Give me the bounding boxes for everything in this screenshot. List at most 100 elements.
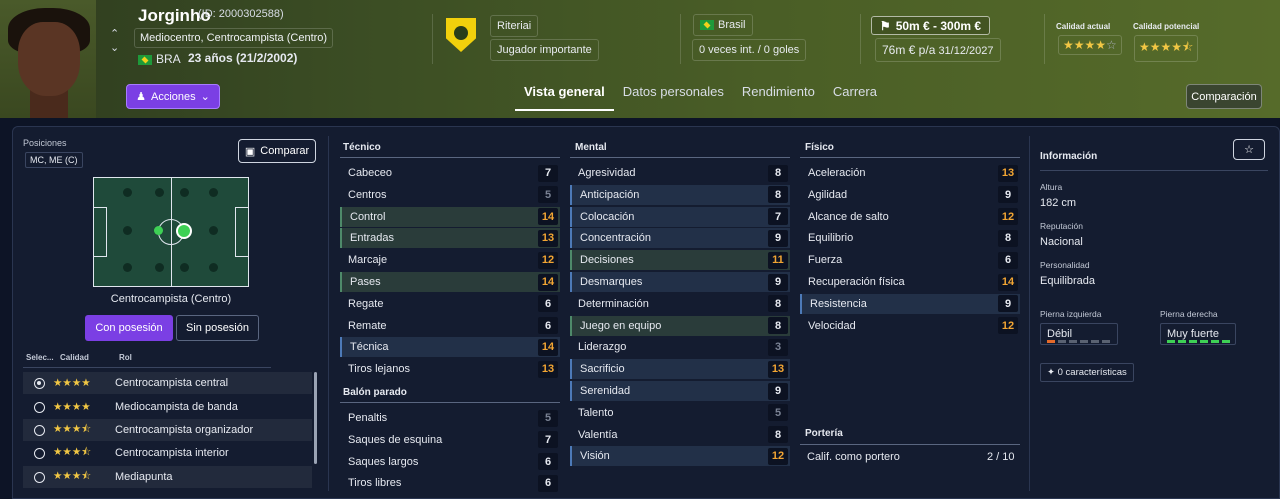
attribute-value: 7 [768, 208, 788, 226]
attribute-row[interactable]: Tiros lejanos 13 [340, 359, 560, 379]
attribute-value: 6 [538, 295, 558, 313]
attribute-row[interactable]: Sacrificio 13 [570, 359, 790, 380]
attribute-value: 14 [538, 273, 558, 291]
national-team[interactable]: Brasil [693, 14, 753, 36]
role-row[interactable]: ★★★⯪ Centrocampista organizador [23, 419, 312, 441]
comparison-button[interactable]: Comparación [1186, 84, 1262, 109]
roles-col-select[interactable]: Selec... [26, 353, 54, 362]
attribute-row[interactable]: Concentración 9 [570, 228, 790, 249]
attribute-row[interactable]: Alcance de salto 12 [800, 207, 1020, 227]
attribute-row[interactable]: Penaltis 5 [340, 408, 560, 428]
attribute-value: 6 [538, 317, 558, 335]
attribute-row[interactable]: Remate 6 [340, 316, 560, 336]
attribute-row[interactable]: Serenidad 9 [570, 381, 790, 401]
attribute-name: Equilibrio [808, 232, 854, 245]
attribute-row[interactable]: Fuerza 6 [800, 250, 1020, 270]
pitch-position[interactable] [180, 188, 189, 197]
role-row[interactable]: ★★★★ Centrocampista central [23, 372, 312, 394]
tab-personal[interactable]: Datos personales [614, 80, 733, 111]
pitch-position[interactable] [209, 263, 218, 272]
attribute-row[interactable]: Valentía 8 [570, 425, 790, 445]
attribute-row[interactable]: Recuperación física 14 [800, 272, 1020, 292]
attribute-row[interactable]: Control 14 [340, 206, 560, 227]
radio-unselected[interactable] [34, 447, 45, 459]
radio-selected[interactable] [34, 377, 45, 389]
traits-chip[interactable]: ✦ 0 características [1040, 363, 1134, 382]
transfer-value: ⚑ 50m € - 300m € [871, 16, 990, 35]
roles-col-role[interactable]: Rol [119, 353, 132, 362]
pitch-position-secondary[interactable] [154, 226, 163, 235]
club-crest-icon[interactable] [446, 18, 476, 52]
attribute-row[interactable]: Saques de esquina 7 [340, 430, 560, 450]
with-possession-toggle[interactable]: Con posesión [85, 315, 173, 341]
attribute-row[interactable]: Equilibrio 8 [800, 228, 1020, 248]
right-foot-label: Pierna derecha [1160, 309, 1218, 319]
pitch-position[interactable] [123, 188, 132, 197]
tab-performance[interactable]: Rendimiento [733, 80, 824, 111]
attribute-value: 8 [768, 295, 788, 313]
attribute-row[interactable]: Talento 5 [570, 403, 790, 423]
attribute-row[interactable]: Entradas 13 [340, 228, 560, 249]
role-row[interactable]: ★★★⯪ Mediapunta [23, 466, 312, 488]
attribute-row[interactable]: Desmarques 9 [570, 272, 790, 292]
attribute-row[interactable]: Visión 12 [570, 446, 790, 467]
actions-button[interactable]: ♟ Acciones ⌄ [126, 84, 220, 109]
roles-col-quality[interactable]: Calidad [60, 353, 89, 362]
current-ability-label: Calidad actual [1056, 22, 1111, 31]
goalkeeper-rating-label: Calif. como portero [807, 451, 900, 463]
pitch-position[interactable] [123, 263, 132, 272]
club-name[interactable]: Riteriai [490, 15, 539, 37]
attribute-name: Marcaje [348, 254, 388, 267]
attribute-row[interactable]: Decisiones 11 [570, 250, 790, 271]
role-row[interactable]: ★★★★ Mediocampista de banda [23, 396, 312, 418]
attribute-value: 7 [538, 164, 558, 182]
role-row[interactable]: ★★★⯪ Centrocampista interior [23, 442, 312, 464]
attribute-row[interactable]: Agilidad 9 [800, 185, 1020, 205]
attribute-row[interactable]: Técnica 14 [340, 337, 560, 358]
pitch-position[interactable] [155, 263, 164, 272]
attribute-row[interactable]: Velocidad 12 [800, 316, 1020, 336]
roles-scrollbar[interactable] [314, 372, 317, 464]
radio-unselected[interactable] [34, 471, 45, 483]
person-settings-icon[interactable]: ☆ [1233, 139, 1265, 160]
attribute-value: 6 [538, 453, 558, 471]
attribute-row[interactable]: Regate 6 [340, 294, 560, 314]
attribute-row[interactable]: Cabeceo 7 [340, 163, 560, 183]
pitch-position[interactable] [209, 226, 218, 235]
pitch-position[interactable] [123, 226, 132, 235]
attribute-row[interactable]: Marcaje 12 [340, 250, 560, 270]
goalkeeper-rating-value: 2 / 10 [987, 451, 1015, 463]
attribute-row[interactable]: Juego en equipo 8 [570, 315, 790, 336]
tab-career[interactable]: Carrera [824, 80, 886, 111]
player-nav-arrows[interactable]: ⌃ ⌄ [110, 27, 119, 55]
attribute-row[interactable]: Tiros libres 6 [340, 473, 560, 493]
radio-unselected[interactable] [34, 424, 45, 436]
attribute-name: Cabeceo [348, 167, 393, 179]
attribute-row[interactable]: Resistencia 9 [800, 293, 1020, 314]
without-possession-toggle[interactable]: Sin posesión [176, 315, 259, 341]
attribute-row[interactable]: Anticipación 8 [570, 184, 790, 205]
attribute-row[interactable]: Aceleración 13 [800, 163, 1020, 183]
profile-tabs: Vista general Datos personales Rendimien… [515, 80, 886, 111]
attribute-row[interactable]: Centros 5 [340, 185, 560, 205]
pitch-position[interactable] [180, 263, 189, 272]
attribute-row[interactable]: Pases 14 [340, 272, 560, 292]
attribute-value: 14 [538, 338, 558, 356]
attribute-row[interactable]: Saques largos 6 [340, 452, 560, 472]
compare-button[interactable]: ▣ Comparar [238, 139, 316, 163]
tab-overview[interactable]: Vista general [515, 80, 614, 111]
sparkle-icon: ✦ [1047, 367, 1055, 378]
tag-icon: ⚑ [879, 18, 891, 33]
attribute-value: 8 [768, 317, 788, 335]
chevron-down-icon[interactable]: ⌄ [110, 41, 119, 55]
pitch-position[interactable] [209, 188, 218, 197]
attribute-row[interactable]: Liderazgo 3 [570, 337, 790, 357]
radio-unselected[interactable] [34, 401, 45, 413]
attribute-row[interactable]: Determinación 8 [570, 294, 790, 314]
attribute-value: 9 [768, 229, 788, 247]
attribute-row[interactable]: Colocación 7 [570, 206, 790, 227]
pitch-position-main[interactable] [178, 225, 190, 237]
attribute-row[interactable]: Agresividad 8 [570, 163, 790, 183]
pitch-position[interactable] [155, 188, 164, 197]
chevron-up-icon[interactable]: ⌃ [110, 27, 119, 41]
